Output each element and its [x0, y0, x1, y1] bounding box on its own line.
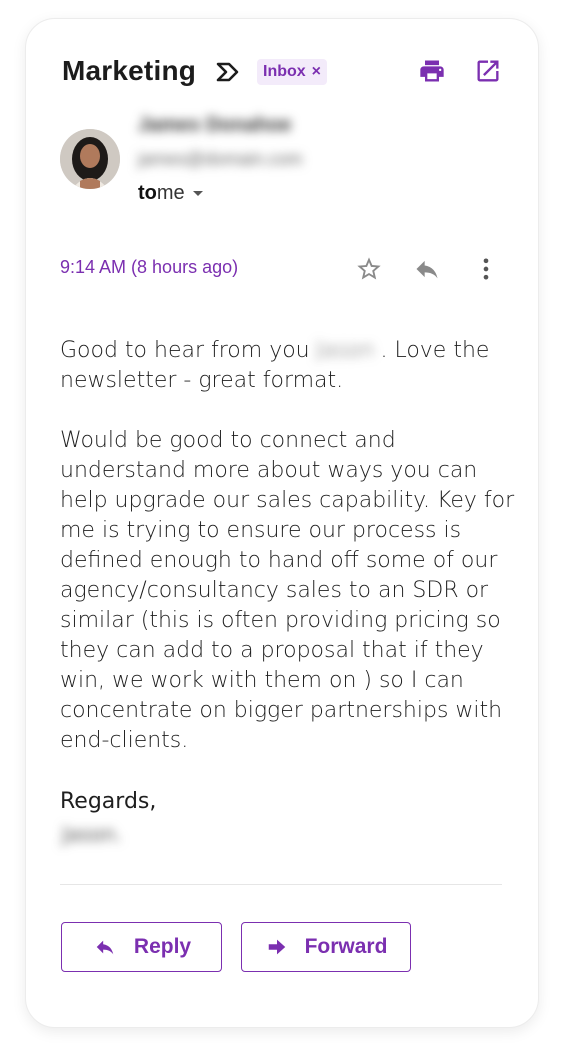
print-icon[interactable]: [418, 57, 446, 85]
email-body: Good to hear from you Jason. Love the new…: [60, 336, 520, 786]
reply-arrow-icon: [96, 940, 114, 955]
email-timestamp: 9:14 AM (8 hours ago): [60, 257, 239, 277]
forward-button[interactable]: Forward: [241, 922, 411, 972]
reply-button-label: Reply: [133, 935, 192, 958]
body-paragraph-2: Would be good to connect and understand …: [60, 428, 515, 753]
forward-arrow-icon: [268, 939, 285, 955]
to-prefix: to: [138, 182, 157, 204]
sender-name: James Donahoe: [138, 114, 292, 136]
reply-icon[interactable]: [413, 255, 441, 283]
recipient-name-blurred: Jason: [315, 338, 375, 363]
forward-button-label: Forward: [304, 935, 388, 958]
star-outline-icon[interactable]: [355, 255, 383, 283]
inbox-label-chip: Inbox ×: [257, 59, 328, 85]
divider: [60, 884, 502, 885]
body-paragraph-1: Good to hear from you Jason. Love the new…: [60, 336, 520, 396]
chevron-down-icon[interactable]: [192, 191, 203, 196]
email-subject: Marketing: [62, 55, 197, 86]
sender-avatar: [60, 129, 120, 189]
signature-blurred: Jason.: [62, 822, 122, 846]
more-vert-icon[interactable]: [472, 255, 500, 283]
chip-remove-icon[interactable]: ×: [312, 63, 321, 81]
email-card: Marketing Inbox × James Donahoe james@do…: [25, 18, 539, 1028]
avatar-photo: [60, 129, 120, 189]
body-p1-before: Good to hear from you: [60, 338, 310, 363]
label-outline-icon: [216, 62, 239, 82]
sender-email: james@domain.com: [138, 149, 303, 169]
reply-button[interactable]: Reply: [61, 922, 222, 972]
open-in-new-icon[interactable]: [474, 57, 502, 85]
recipient-line[interactable]: to me: [138, 182, 203, 205]
closing-regards: Regards,: [60, 789, 157, 814]
to-value: me: [156, 182, 185, 204]
chip-label: Inbox: [263, 63, 306, 80]
